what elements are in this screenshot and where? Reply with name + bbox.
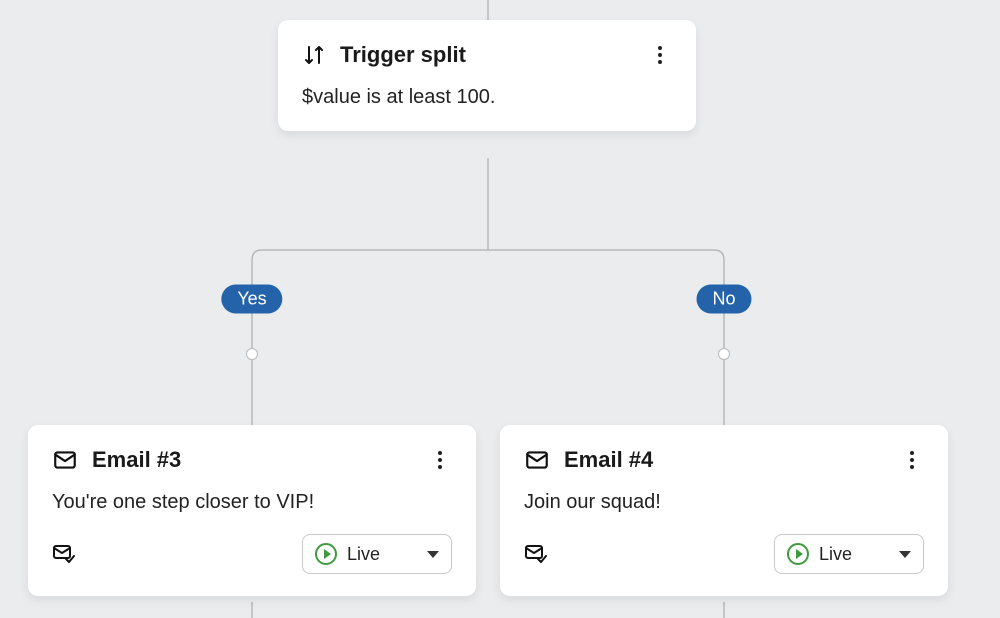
branch-no-label: No	[712, 289, 735, 309]
branch-badge-no: No	[696, 285, 751, 314]
branch-yes-label: Yes	[237, 289, 266, 309]
trigger-menu-button[interactable]	[648, 43, 672, 67]
email-title: Email #3	[92, 447, 181, 473]
chevron-down-icon	[899, 551, 911, 558]
trigger-title: Trigger split	[340, 42, 466, 68]
status-label: Live	[819, 544, 852, 565]
mail-check-icon[interactable]	[524, 542, 548, 566]
email-subject: You're one step closer to VIP!	[52, 491, 452, 514]
mail-icon	[524, 447, 550, 473]
connector-node-right	[718, 348, 730, 360]
email-card-4[interactable]: Email #4 Join our squad! Live	[500, 425, 948, 596]
chevron-down-icon	[427, 551, 439, 558]
play-icon	[787, 543, 809, 565]
play-icon	[315, 543, 337, 565]
email-footer: Live	[52, 534, 452, 574]
card-title-row: Trigger split	[302, 42, 466, 68]
card-header: Email #4	[524, 447, 924, 473]
status-label: Live	[347, 544, 380, 565]
branch-badge-yes: Yes	[221, 285, 282, 314]
card-title-row: Email #3	[52, 447, 181, 473]
card-header: Trigger split	[302, 42, 672, 68]
email-4-menu-button[interactable]	[900, 448, 924, 472]
connector-node-left	[246, 348, 258, 360]
card-title-row: Email #4	[524, 447, 653, 473]
trigger-split-card[interactable]: Trigger split $value is at least 100.	[278, 20, 696, 131]
flow-canvas: Trigger split $value is at least 100. Ye…	[0, 0, 1000, 618]
mail-check-icon[interactable]	[52, 542, 76, 566]
trigger-condition: $value is at least 100.	[302, 86, 672, 109]
email-title: Email #4	[564, 447, 653, 473]
email-card-3[interactable]: Email #3 You're one step closer to VIP! …	[28, 425, 476, 596]
email-3-status-select[interactable]: Live	[302, 534, 452, 574]
email-footer: Live	[524, 534, 924, 574]
split-icon	[302, 43, 326, 67]
email-subject: Join our squad!	[524, 491, 924, 514]
email-4-status-select[interactable]: Live	[774, 534, 924, 574]
email-3-menu-button[interactable]	[428, 448, 452, 472]
mail-icon	[52, 447, 78, 473]
card-header: Email #3	[52, 447, 452, 473]
